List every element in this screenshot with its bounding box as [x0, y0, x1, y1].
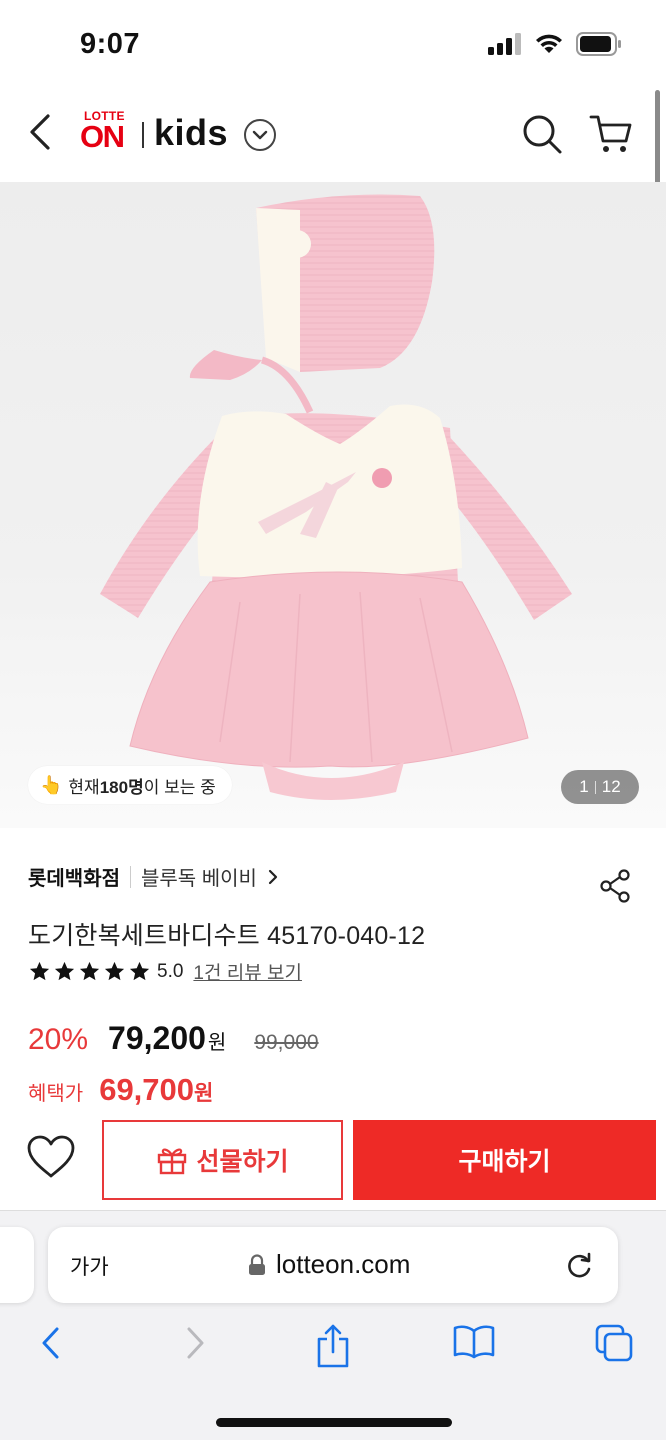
signal-icon	[488, 33, 521, 55]
viewer-prefix: 현재	[68, 777, 100, 797]
home-indicator	[216, 1418, 452, 1427]
viewer-suffix: 이 보는 중	[143, 777, 216, 797]
share-icon[interactable]	[598, 868, 632, 904]
gift-icon	[158, 1148, 187, 1175]
text-size-button[interactable]: 가가	[70, 1251, 109, 1281]
share-sheet-icon[interactable]	[314, 1323, 352, 1369]
product-image-gallery[interactable]: 👆 현재 180명 이 보는 중 1 12	[0, 182, 666, 828]
address-bar[interactable]: 가가 lotteon.com	[48, 1227, 618, 1303]
rating-value: 5.0	[157, 960, 184, 982]
benefit-price-row: 혜택가 69,700 원	[28, 1072, 213, 1108]
star-icon	[54, 961, 75, 981]
original-price: 99,000	[254, 1031, 319, 1054]
lotteon-logo: LOTTE ON	[80, 107, 136, 157]
gift-button[interactable]: 선물하기	[102, 1120, 343, 1200]
chevron-down-icon[interactable]	[244, 119, 277, 151]
url-display[interactable]: lotteon.com	[248, 1249, 410, 1280]
image-page-counter: 1 12	[561, 770, 639, 804]
battery-icon	[576, 32, 621, 56]
cart-icon[interactable]	[588, 112, 634, 156]
total-image-count: 12	[601, 777, 621, 796]
browser-nav-row	[0, 1323, 666, 1375]
benefit-price: 69,700	[99, 1072, 195, 1107]
url-text: lotteon.com	[276, 1249, 411, 1279]
review-link[interactable]: 1건 리뷰 보기	[193, 958, 302, 985]
gift-button-label: 선물하기	[196, 1148, 289, 1176]
logo-kids-text: kids	[154, 112, 229, 153]
store-name[interactable]: 롯데백화점	[28, 862, 120, 891]
search-icon[interactable]	[520, 112, 564, 156]
bookmarks-icon[interactable]	[452, 1323, 496, 1359]
browser-back-icon[interactable]	[36, 1323, 66, 1363]
buy-button[interactable]: 구매하기	[353, 1120, 656, 1200]
page-counter-divider	[594, 780, 596, 794]
brand-divider	[130, 865, 131, 888]
discount-rate: 20%	[28, 1023, 89, 1056]
product-title: 도기한복세트바디수트 45170-040-12	[28, 922, 426, 950]
star-icon	[29, 961, 50, 981]
previous-tab-preview[interactable]	[0, 1227, 34, 1303]
rating-row: 5.0 1건 리뷰 보기	[28, 958, 302, 985]
star-icon	[129, 961, 150, 981]
wifi-icon	[536, 34, 562, 53]
thumb-point-icon: 👆	[40, 774, 63, 795]
star-icon	[104, 961, 125, 981]
browser-toolbar: 가가 lotteon.com	[0, 1210, 666, 1440]
price-row: 20% 79,200 원 99,000	[28, 1020, 319, 1057]
viewer-count: 180명	[99, 777, 144, 797]
currency-unit: 원	[207, 1032, 227, 1054]
benefit-label: 혜택가	[28, 1083, 84, 1105]
benefit-currency-unit: 원	[194, 1082, 214, 1105]
browser-forward-icon[interactable]	[180, 1323, 210, 1363]
status-bar: 9:07	[0, 0, 666, 88]
viewer-count-badge: 👆 현재 180명 이 보는 중	[28, 766, 232, 804]
app-header: LOTTE ON kids	[0, 88, 666, 182]
brand-row[interactable]: 롯데백화점 블루독 베이비	[28, 862, 279, 891]
tabs-icon[interactable]	[594, 1323, 634, 1363]
lotteon-kids-logo[interactable]: LOTTE ON kids	[80, 104, 300, 160]
chevron-right-icon[interactable]	[267, 868, 279, 886]
status-time: 9:07	[80, 28, 141, 60]
status-icons	[488, 32, 622, 56]
sale-price: 79,200	[108, 1020, 206, 1056]
logo-on-text: ON	[80, 119, 125, 154]
buy-button-label: 구매하기	[458, 1148, 551, 1176]
current-image-number: 1	[579, 777, 589, 796]
lock-icon	[249, 1253, 265, 1275]
wishlist-heart-button[interactable]	[26, 1134, 76, 1180]
brand-name[interactable]: 블루독 베이비	[141, 862, 257, 891]
product-photo	[100, 194, 572, 800]
back-icon[interactable]	[22, 110, 62, 154]
star-icon	[79, 961, 100, 981]
star-rating	[28, 960, 151, 983]
reload-icon[interactable]	[564, 1249, 594, 1281]
logo-divider	[142, 122, 144, 148]
